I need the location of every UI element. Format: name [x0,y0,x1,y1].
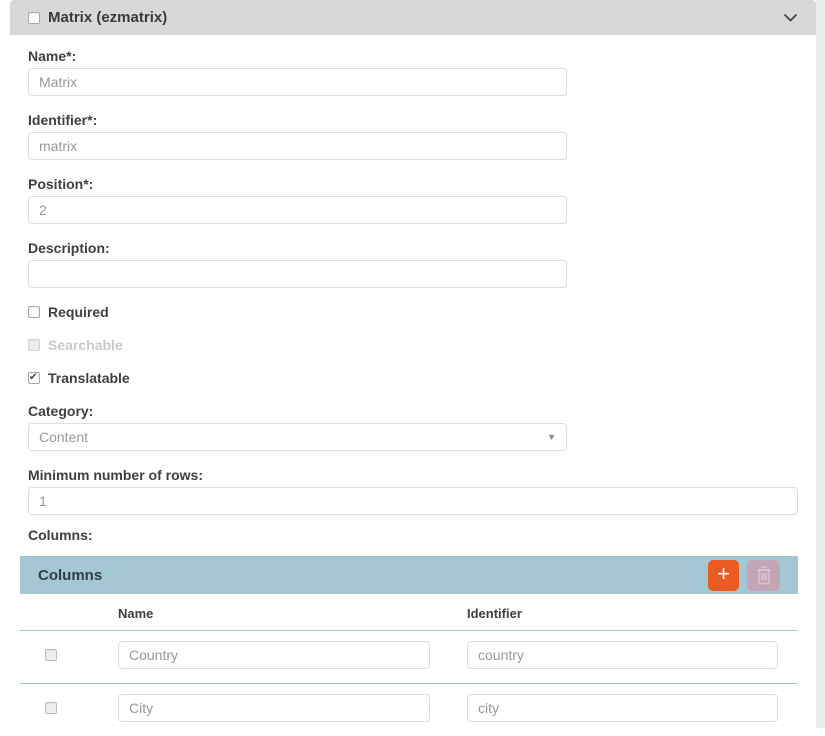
columns-field-label: Columns: [28,527,798,543]
panel-checkbox[interactable] [28,12,40,24]
field-position: Position*: [28,176,798,224]
position-label: Position*: [28,176,798,192]
table-row [20,683,798,736]
columns-section: Columns + [20,556,798,736]
row-checkbox-cell [20,649,118,661]
panel-body: Name*: Identifier*: Position*: Descripti… [10,35,816,736]
position-input[interactable] [28,196,567,224]
category-selected-value: Content [39,429,88,445]
select-column-header [20,606,118,621]
columns-table-title: Columns [38,567,102,584]
searchable-row: Searchable [28,337,798,353]
row-name-cell [118,694,467,722]
category-label: Category: [28,403,798,419]
row-checkbox[interactable] [45,702,57,714]
field-identifier: Identifier*: [28,112,798,160]
plus-icon: + [717,563,730,585]
caret-down-icon: ▼ [547,433,556,442]
column-identifier-input[interactable] [467,694,778,722]
field-name: Name*: [28,48,798,96]
panel-title: Matrix (ezmatrix) [48,9,167,26]
required-label: Required [48,304,109,320]
columns-table-header: Columns + [20,556,798,594]
row-checkbox-cell [20,702,118,714]
column-name-input[interactable] [118,694,430,722]
row-checkbox[interactable] [45,649,57,661]
delete-column-button[interactable] [747,560,780,591]
category-select[interactable]: Content ▼ [28,423,567,451]
columns-header-buttons: + [708,560,780,591]
name-label: Name*: [28,48,798,64]
translatable-checkbox[interactable] [28,372,40,384]
panel-header[interactable]: Matrix (ezmatrix) [10,0,816,35]
columns-table-head-row: Name Identifier [20,594,798,631]
name-input[interactable] [28,68,567,96]
row-name-cell [118,641,467,669]
column-identifier-input[interactable] [467,641,778,669]
identifier-input[interactable] [28,132,567,160]
min-rows-label: Minimum number of rows: [28,467,798,483]
add-column-button[interactable]: + [708,560,739,591]
fieldtype-panel: Matrix (ezmatrix) Name*: Identifier*: Po… [10,0,816,736]
row-identifier-cell [467,641,778,669]
required-checkbox[interactable] [28,306,40,318]
min-rows-input[interactable] [28,487,798,515]
searchable-label: Searchable [48,337,123,353]
searchable-checkbox [28,339,40,351]
description-input[interactable] [28,260,567,288]
required-row: Required [28,304,798,320]
trash-icon [756,566,772,585]
field-category: Category: Content ▼ [28,403,798,451]
translatable-label: Translatable [48,370,130,386]
page-gutter [816,0,825,728]
translatable-row: Translatable [28,370,798,386]
row-identifier-cell [467,694,778,722]
chevron-down-icon[interactable] [783,13,798,22]
identifier-label: Identifier*: [28,112,798,128]
column-name-input[interactable] [118,641,430,669]
identifier-column-header: Identifier [467,606,778,621]
name-column-header: Name [118,606,467,621]
field-min-rows: Minimum number of rows: [28,467,798,515]
table-row [20,631,798,683]
field-description: Description: [28,240,798,288]
description-label: Description: [28,240,798,256]
